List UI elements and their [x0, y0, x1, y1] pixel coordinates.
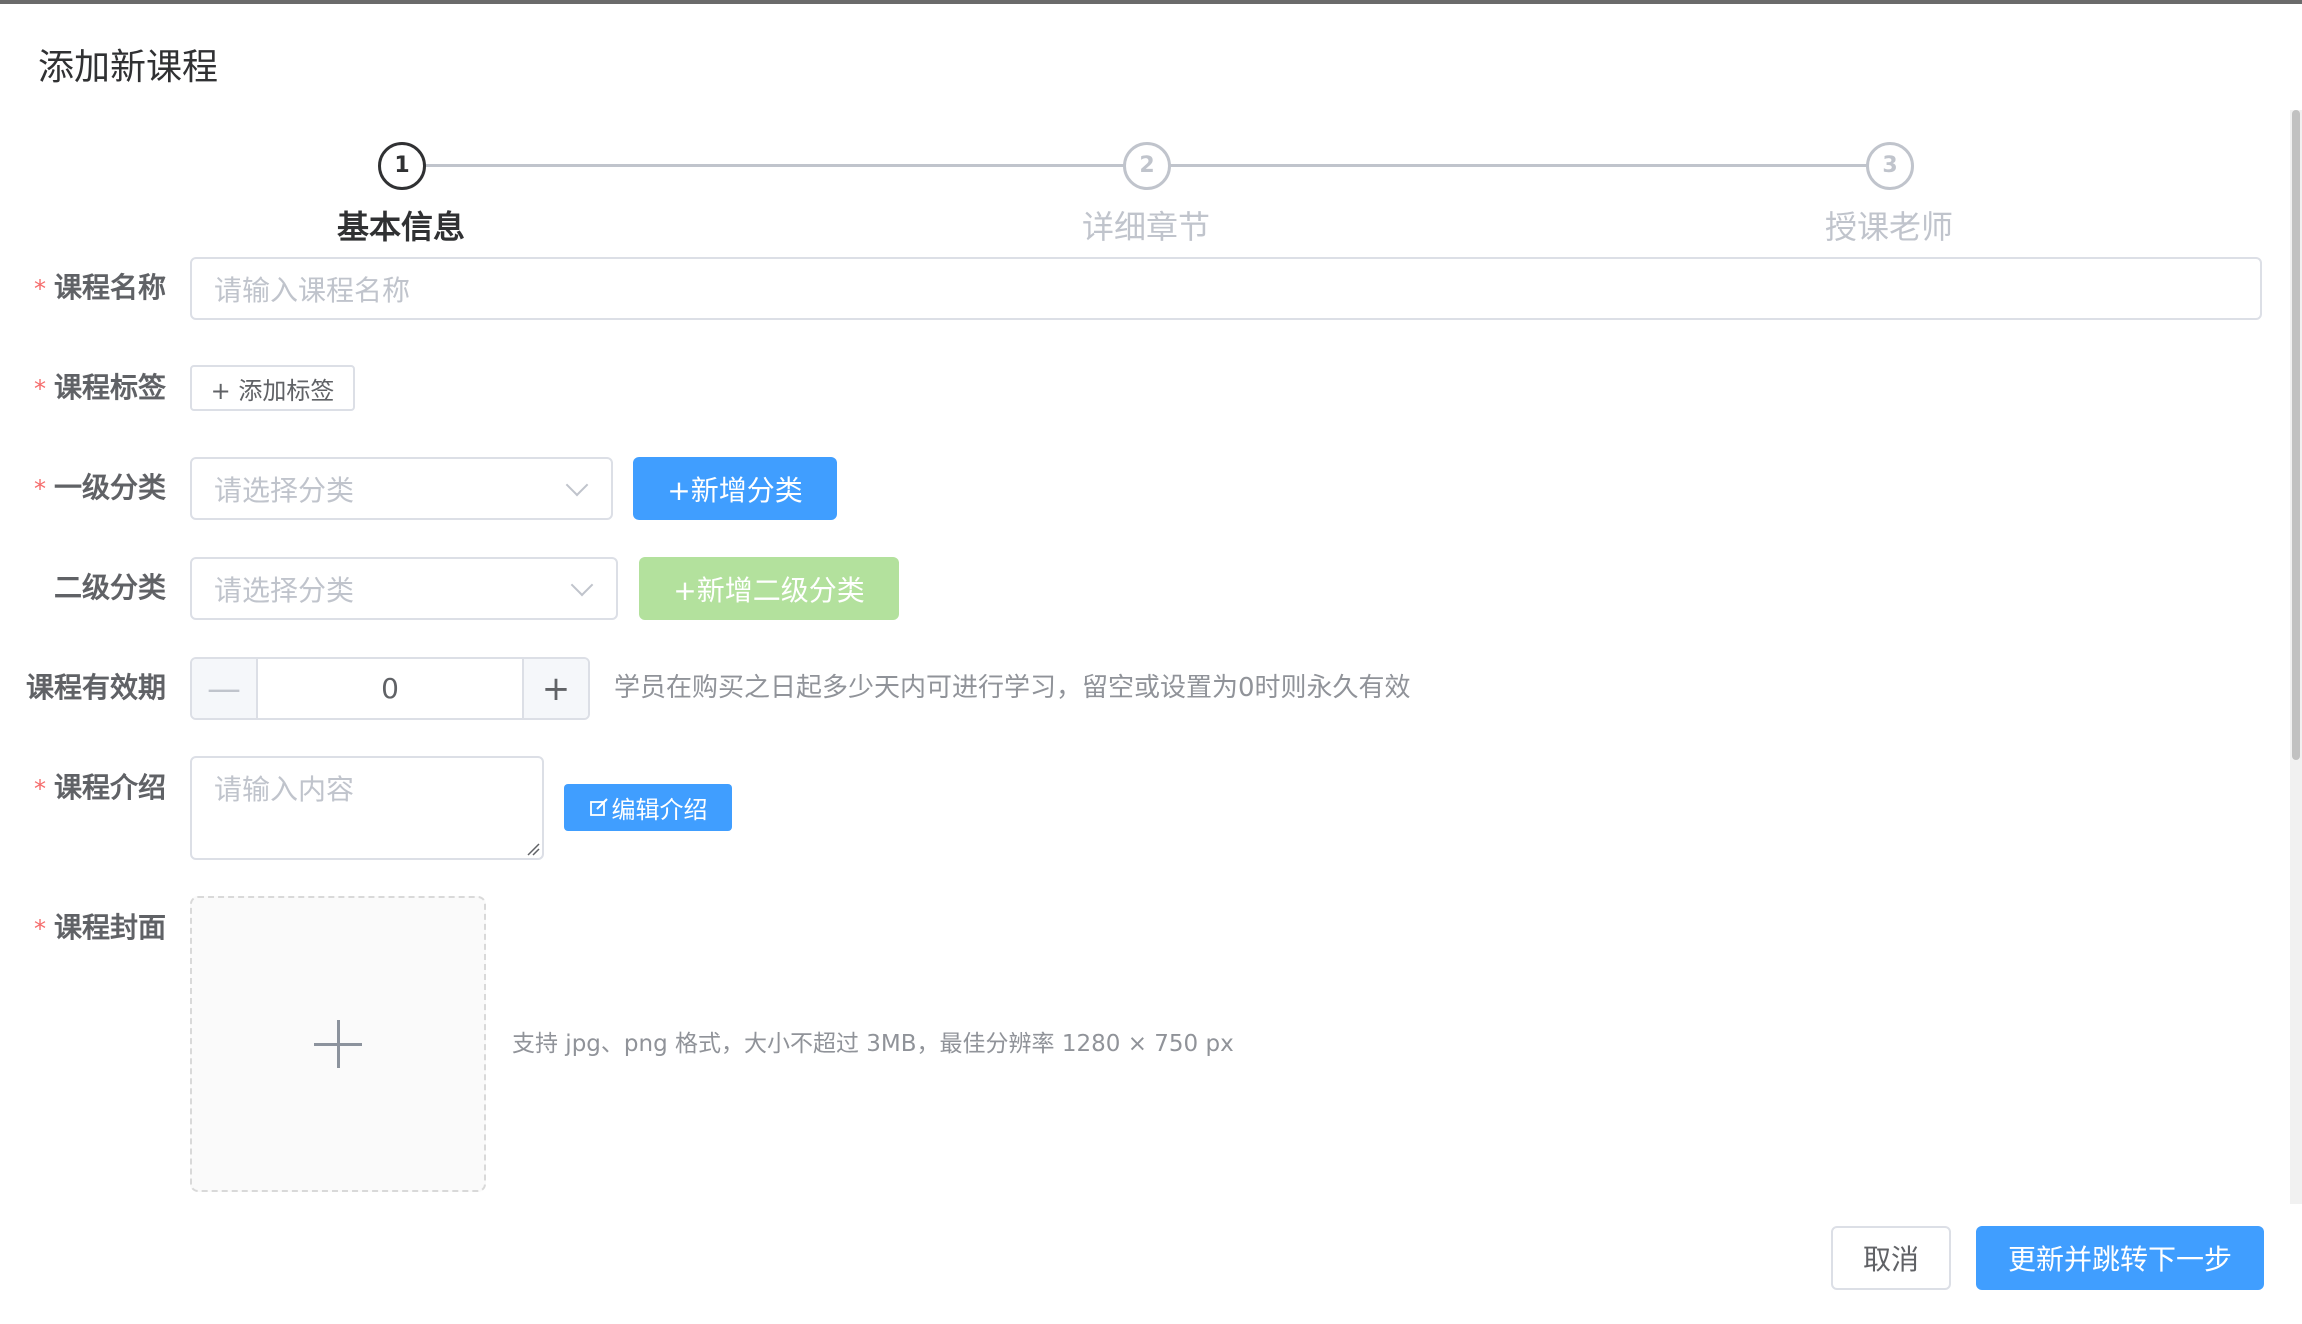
step-1-icon[interactable]: 1: [378, 142, 426, 190]
increase-button[interactable]: +: [522, 659, 588, 718]
primary-category-placeholder: 请选择分类: [214, 473, 355, 507]
step-1-title[interactable]: 基本信息: [251, 205, 551, 249]
step-3-title[interactable]: 授课老师: [1739, 205, 2039, 249]
primary-category-label: * 一级分类: [33, 471, 166, 504]
add-category-button[interactable]: +新增分类: [633, 457, 837, 520]
primary-category-select[interactable]: 请选择分类: [190, 457, 613, 520]
step-connector: [1147, 164, 1891, 167]
validity-label: 课程有效期: [25, 671, 166, 704]
step-connector: [402, 164, 1144, 167]
cover-label: * 课程封面: [33, 911, 166, 944]
intro-label: * 课程介绍: [33, 771, 166, 804]
add-secondary-category-button[interactable]: +新增二级分类: [639, 557, 899, 620]
chevron-down-icon: [570, 573, 594, 596]
course-name-input[interactable]: 请输入课程名称: [190, 257, 2262, 320]
validity-hint: 学员在购买之日起多少天内可进行学习，留空或设置为0时则永久有效: [614, 673, 1411, 703]
required-mark: *: [33, 475, 46, 503]
edit-intro-button[interactable]: 编辑介绍: [564, 784, 732, 831]
cover-uploader[interactable]: [190, 896, 486, 1192]
validity-stepper[interactable]: — 0 +: [190, 657, 590, 720]
step-3-icon[interactable]: 3: [1866, 142, 1914, 190]
decrease-button[interactable]: —: [192, 659, 258, 718]
step-2-icon[interactable]: 2: [1123, 142, 1171, 190]
add-tag-button[interactable]: + 添加标签: [190, 365, 355, 411]
required-mark: *: [33, 375, 46, 403]
cancel-button[interactable]: 取消: [1831, 1226, 1951, 1290]
secondary-category-select[interactable]: 请选择分类: [190, 557, 618, 620]
step-2-title[interactable]: 详细章节: [996, 205, 1296, 249]
resize-handle-icon[interactable]: [526, 842, 540, 856]
course-name-placeholder: 请输入课程名称: [214, 273, 411, 307]
intro-textarea[interactable]: 请输入内容: [190, 756, 544, 860]
edit-intro-label: 编辑介绍: [611, 796, 708, 824]
required-mark: *: [33, 275, 46, 303]
required-mark: *: [33, 915, 46, 943]
chevron-down-icon: [565, 473, 589, 496]
course-tags-label: * 课程标签: [33, 371, 166, 404]
validity-value[interactable]: 0: [258, 659, 522, 718]
secondary-category-label: 二级分类: [53, 571, 166, 604]
edit-icon: [589, 797, 608, 816]
dialog-title: 添加新课程: [38, 47, 219, 88]
top-border: [0, 0, 2302, 4]
required-mark: *: [33, 775, 46, 803]
scrollbar-thumb[interactable]: [2292, 110, 2300, 760]
cover-hint: 支持 jpg、png 格式，大小不超过 3MB，最佳分辨率 1280 × 750…: [512, 1031, 1234, 1057]
course-name-label: * 课程名称: [33, 271, 166, 304]
submit-next-button[interactable]: 更新并跳转下一步: [1976, 1226, 2264, 1290]
secondary-category-placeholder: 请选择分类: [214, 573, 355, 607]
intro-placeholder: 请输入内容: [214, 773, 355, 806]
